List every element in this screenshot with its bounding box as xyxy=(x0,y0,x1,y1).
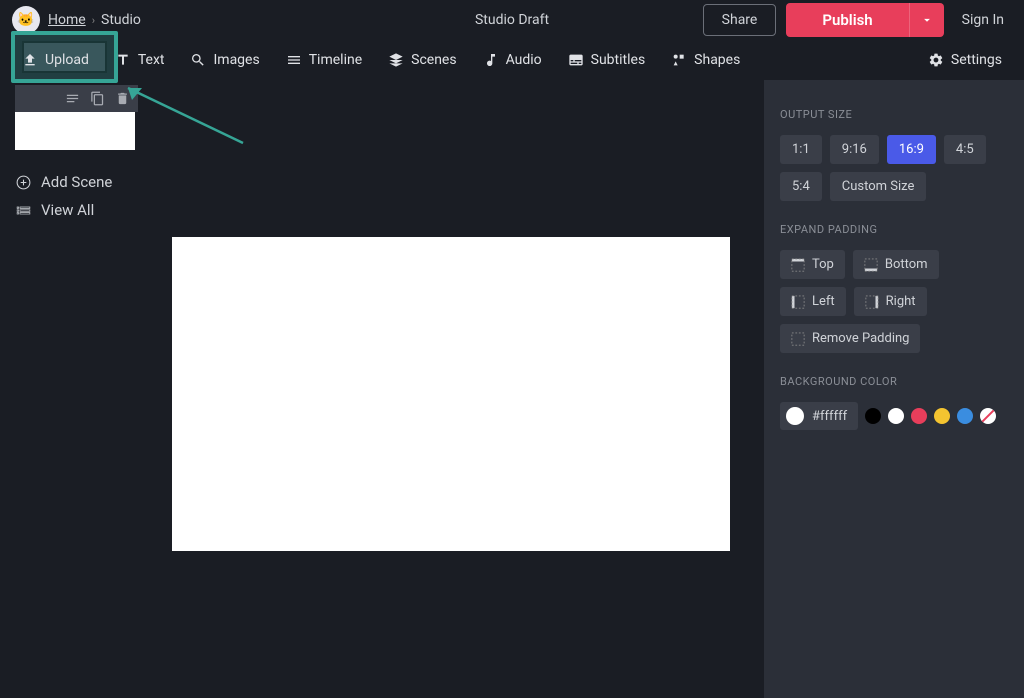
size-5-4[interactable]: 5:4 xyxy=(780,172,822,201)
canvas[interactable] xyxy=(172,237,730,551)
view-all-button[interactable]: View All xyxy=(15,196,138,224)
justify-icon[interactable] xyxy=(65,91,80,106)
plus-circle-icon xyxy=(15,174,32,191)
breadcrumb: Home › Studio xyxy=(48,12,141,28)
breadcrumb-home[interactable]: Home xyxy=(48,12,86,28)
chevron-down-icon xyxy=(920,13,934,27)
settings-label: Settings xyxy=(951,52,1002,68)
music-note-icon xyxy=(483,52,499,68)
bg-color-value: #ffffff xyxy=(812,409,847,424)
text-label: Text xyxy=(138,52,165,68)
upload-tool[interactable]: Upload xyxy=(20,47,91,73)
view-all-label: View All xyxy=(41,201,94,219)
upload-label: Upload xyxy=(45,52,89,68)
padding-right-icon xyxy=(865,295,879,309)
gear-icon xyxy=(928,52,944,68)
text-tool[interactable]: Text xyxy=(113,47,167,73)
swatch-red[interactable] xyxy=(911,408,927,424)
layers-icon xyxy=(388,52,404,68)
avatar[interactable]: 🐱 xyxy=(12,6,40,34)
scenes-tool[interactable]: Scenes xyxy=(386,47,458,73)
current-swatch xyxy=(786,407,804,425)
audio-label: Audio xyxy=(506,52,542,68)
publish-button[interactable]: Publish xyxy=(786,3,908,37)
size-4-5[interactable]: 4:5 xyxy=(944,135,986,164)
shapes-label: Shapes xyxy=(694,52,740,68)
timeline-icon xyxy=(286,52,302,68)
swatch-none[interactable] xyxy=(980,408,996,424)
custom-size-button[interactable]: Custom Size xyxy=(830,172,927,201)
padding-top-icon xyxy=(791,258,805,272)
padding-left-button[interactable]: Left xyxy=(780,287,846,316)
add-scene-button[interactable]: Add Scene xyxy=(15,168,138,196)
bg-color-input[interactable]: #ffffff xyxy=(780,402,858,430)
timeline-tool[interactable]: Timeline xyxy=(284,47,364,73)
shapes-icon xyxy=(671,52,687,68)
padding-bottom-button[interactable]: Bottom xyxy=(853,250,939,279)
images-tool[interactable]: Images xyxy=(188,47,261,73)
audio-tool[interactable]: Audio xyxy=(481,47,544,73)
settings-tool[interactable]: Settings xyxy=(926,47,1004,73)
subtitles-icon xyxy=(568,52,584,68)
padding-none-icon xyxy=(791,332,805,346)
project-title[interactable]: Studio Draft xyxy=(475,12,549,28)
background-color-label: BACKGROUND COLOR xyxy=(780,375,1008,388)
search-icon xyxy=(190,52,206,68)
subtitles-tool[interactable]: Subtitles xyxy=(566,47,648,73)
swatch-yellow[interactable] xyxy=(934,408,950,424)
swatch-black[interactable] xyxy=(865,408,881,424)
padding-bottom-icon xyxy=(864,258,878,272)
size-16-9[interactable]: 16:9 xyxy=(887,135,936,164)
padding-left-icon xyxy=(791,295,805,309)
padding-top-button[interactable]: Top xyxy=(780,250,845,279)
shapes-tool[interactable]: Shapes xyxy=(669,47,742,73)
subtitles-label: Subtitles xyxy=(591,52,646,68)
signin-link[interactable]: Sign In xyxy=(954,12,1012,28)
scene-controls xyxy=(15,85,138,112)
padding-right-button[interactable]: Right xyxy=(854,287,927,316)
timeline-label: Timeline xyxy=(309,52,362,68)
breadcrumb-studio: Studio xyxy=(101,12,141,28)
list-icon xyxy=(15,202,32,219)
remove-padding-button[interactable]: Remove Padding xyxy=(780,324,920,353)
scene-thumbnail[interactable] xyxy=(15,112,135,150)
text-icon xyxy=(115,52,131,68)
expand-padding-label: EXPAND PADDING xyxy=(780,223,1008,236)
share-button[interactable]: Share xyxy=(703,4,777,36)
swatch-blue[interactable] xyxy=(957,408,973,424)
add-scene-label: Add Scene xyxy=(41,173,112,191)
copy-icon[interactable] xyxy=(90,91,105,106)
size-1-1[interactable]: 1:1 xyxy=(780,135,822,164)
trash-icon[interactable] xyxy=(115,91,130,106)
chevron-right-icon: › xyxy=(92,14,95,27)
upload-icon xyxy=(22,52,38,68)
publish-dropdown-button[interactable] xyxy=(909,3,944,37)
size-9-16[interactable]: 9:16 xyxy=(830,135,879,164)
output-size-label: OUTPUT SIZE xyxy=(780,108,1008,121)
images-label: Images xyxy=(213,52,259,68)
scenes-label: Scenes xyxy=(411,52,456,68)
swatch-white[interactable] xyxy=(888,408,904,424)
